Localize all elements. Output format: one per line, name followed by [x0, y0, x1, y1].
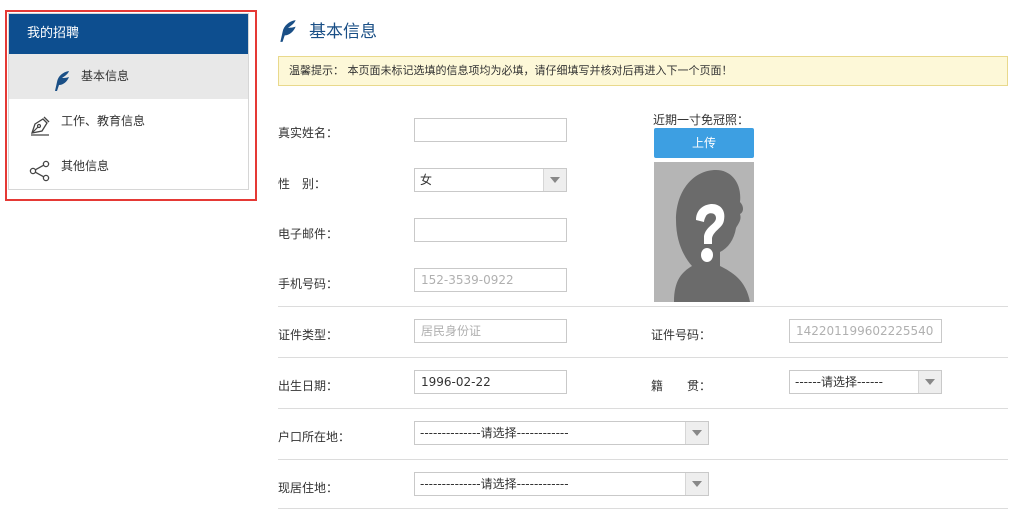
sidebar: 我的招聘 基本信息 工作、教育信息 其他信息 [8, 13, 249, 190]
photo-placeholder [654, 162, 754, 302]
row-divider [278, 408, 1008, 409]
id-type-input[interactable]: 居民身份证 [414, 319, 567, 343]
email-label: 电子邮件： [278, 227, 339, 241]
native-place-select-value: ------请选择------ [795, 375, 883, 389]
feather-icon [278, 19, 298, 46]
chevron-down-icon [925, 379, 935, 385]
row-divider [278, 306, 1008, 307]
upload-button[interactable]: 上传 [654, 128, 754, 158]
email-input[interactable] [414, 218, 567, 242]
dropdown-arrow [543, 169, 566, 191]
photo-label: 近期一寸免冠照： [653, 113, 750, 127]
phone-input[interactable]: 152-3539-0922 [414, 268, 567, 292]
page-title: 基本信息 [309, 22, 377, 42]
row-divider [278, 508, 1008, 509]
gender-label: 性 别： [278, 177, 327, 191]
sidebar-header: 我的招聘 [9, 14, 248, 54]
row-divider [278, 357, 1008, 358]
hukou-select-value: --------------请选择------------ [420, 426, 569, 440]
chevron-down-icon [550, 177, 560, 183]
row-divider [278, 459, 1008, 460]
native-place-select[interactable]: ------请选择------ [789, 370, 942, 394]
sidebar-item-label: 工作、教育信息 [61, 114, 146, 128]
hukou-label: 户口所在地： [278, 430, 351, 444]
name-label: 真实姓名： [278, 126, 339, 140]
chevron-down-icon [692, 481, 702, 487]
name-input[interactable] [414, 118, 567, 142]
residence-select[interactable]: --------------请选择------------ [414, 472, 709, 496]
birth-label: 出生日期： [278, 379, 339, 393]
share-icon [29, 156, 51, 201]
gender-select[interactable]: 女 [414, 168, 567, 192]
chevron-down-icon [692, 430, 702, 436]
sidebar-item-work-education[interactable]: 工作、教育信息 [9, 99, 248, 144]
id-number-input[interactable]: 142201199602225540 [789, 319, 942, 343]
residence-label: 现居住地： [278, 481, 339, 495]
birth-date-input[interactable]: 1996-02-22 [414, 370, 567, 394]
notice-banner: 温馨提示： 本页面未标记选填的信息项均为必填，请仔细填写并核对后再进入下一个页面… [278, 56, 1008, 86]
hukou-select[interactable]: --------------请选择------------ [414, 421, 709, 445]
sidebar-item-basic-info[interactable]: 基本信息 [9, 54, 248, 99]
phone-label: 手机号码： [278, 277, 339, 291]
residence-select-value: --------------请选择------------ [420, 477, 569, 491]
gender-select-value: 女 [420, 173, 433, 187]
native-place-label: 籍 贯： [651, 379, 712, 393]
dropdown-arrow [685, 422, 708, 444]
id-type-label: 证件类型： [278, 328, 339, 342]
dropdown-arrow [918, 371, 941, 393]
dropdown-arrow [685, 473, 708, 495]
sidebar-item-label: 基本信息 [81, 69, 130, 83]
sidebar-item-label: 其他信息 [61, 159, 110, 173]
id-number-label: 证件号码： [651, 328, 712, 342]
sidebar-item-other-info[interactable]: 其他信息 [9, 144, 248, 189]
